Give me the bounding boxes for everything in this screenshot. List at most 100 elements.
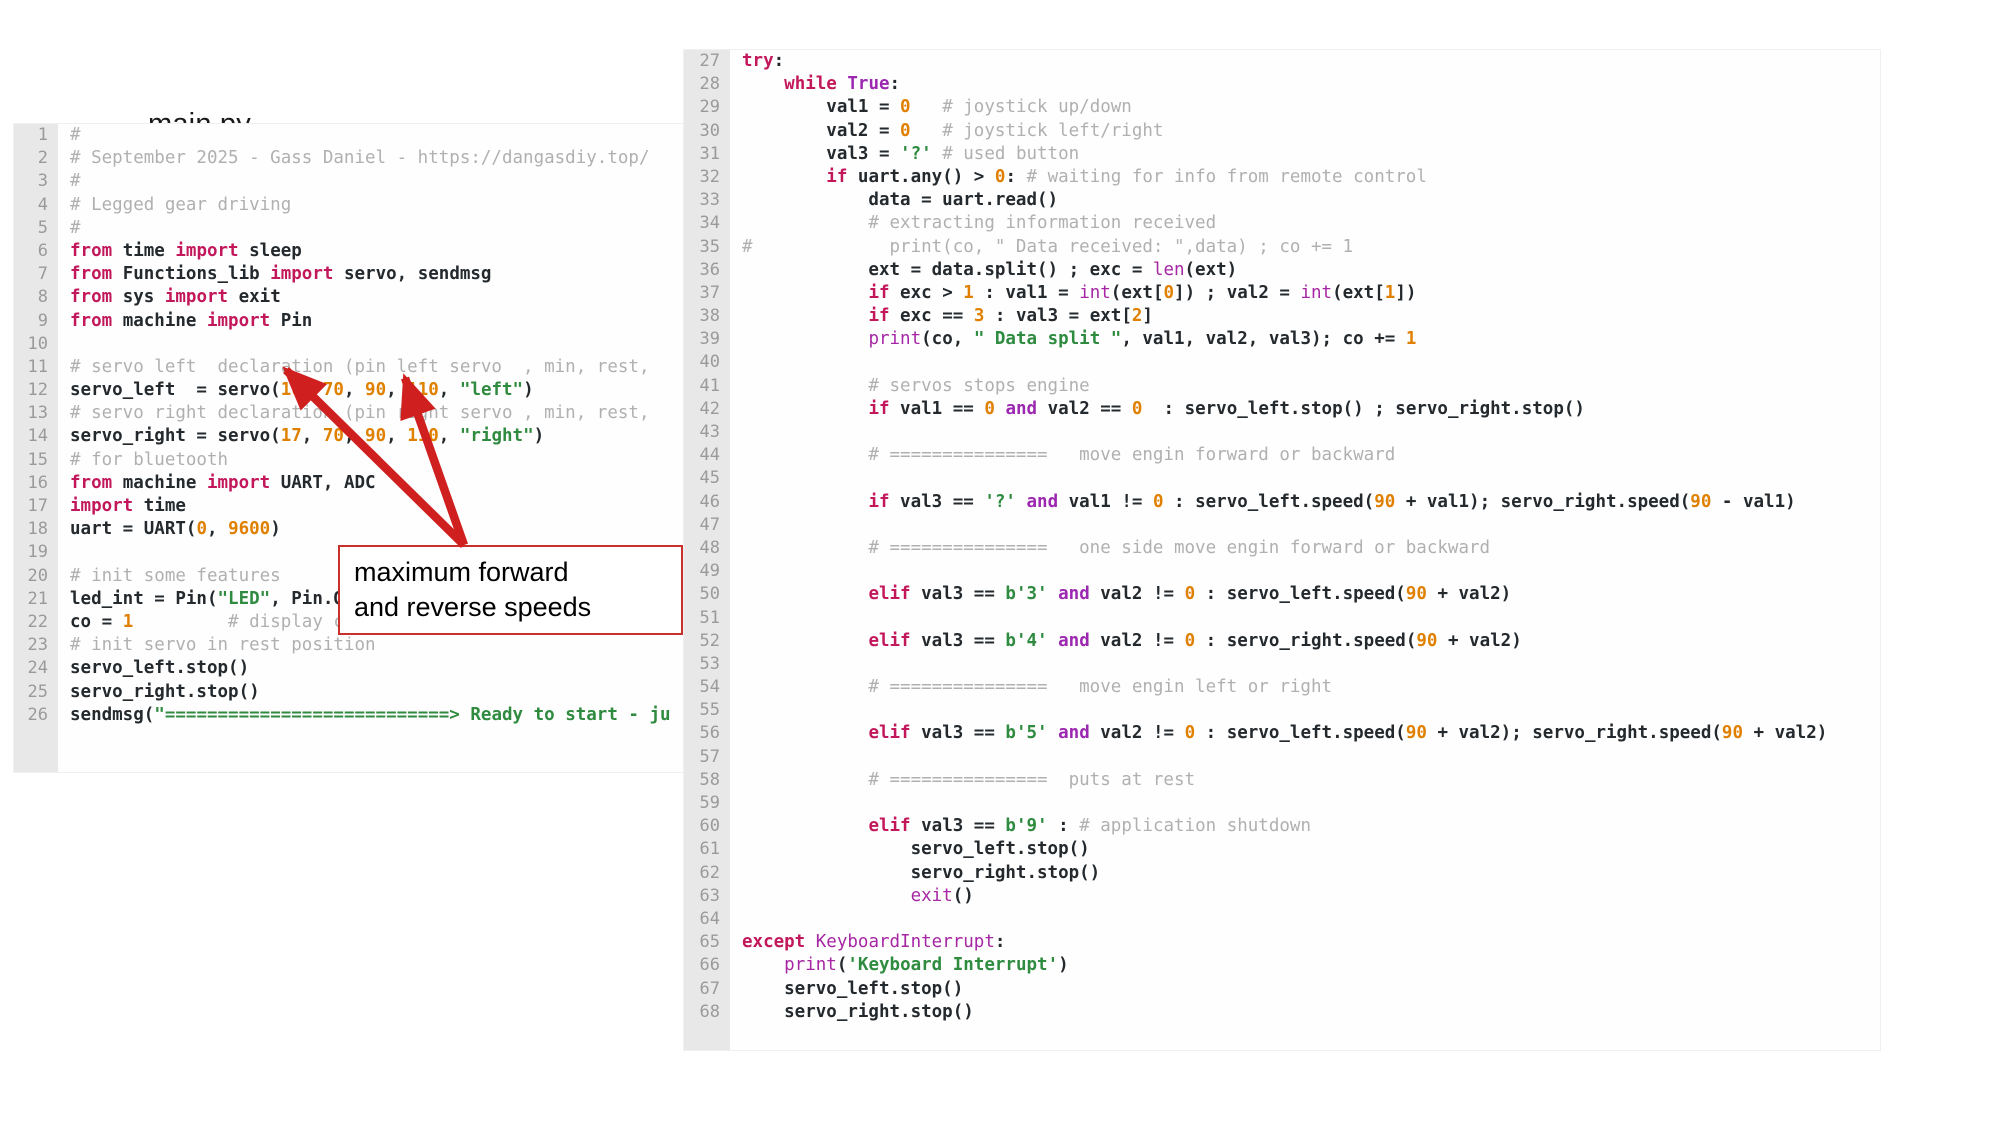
line-number: 51 — [699, 607, 720, 628]
code-line[interactable]: # =============== move engin forward or … — [730, 444, 1880, 467]
code-line[interactable]: import time — [58, 495, 686, 518]
code-line[interactable]: servo_right = servo(17, 70, 90, 110, "ri… — [58, 425, 686, 448]
line-number: 32 — [699, 166, 720, 187]
code-content-left[interactable]: # # September 2025 - Gass Daniel - https:… — [58, 124, 686, 772]
code-panel-left[interactable]: 1 2 3 4 5 6 7 8 9 10 11 12 13 14 15 16 17 18 19 20 21 22 23 24 2… — [14, 124, 686, 772]
code-line[interactable] — [730, 792, 1880, 815]
code-line[interactable]: # — [58, 170, 686, 193]
code-line[interactable]: if val1 == 0 and val2 == 0 : servo_left.… — [730, 398, 1880, 421]
code-token: b'3' — [1005, 584, 1048, 605]
code-line[interactable]: # servos stops engine — [730, 375, 1880, 398]
code-token: exc == — [889, 306, 974, 327]
code-line[interactable]: servo_left.stop() — [730, 838, 1880, 861]
code-line[interactable]: # — [58, 217, 686, 240]
code-line[interactable]: # init servo in rest position — [58, 634, 686, 657]
code-token: 90 — [1690, 491, 1712, 512]
code-token: import — [175, 240, 239, 261]
code-line[interactable]: except KeyboardInterrupt: — [730, 931, 1880, 954]
code-line[interactable]: exit() — [730, 885, 1880, 908]
code-line[interactable] — [58, 333, 686, 356]
code-line[interactable]: from Functions_lib import servo, sendmsg — [58, 263, 686, 286]
line-number: 61 — [699, 839, 720, 860]
code-line[interactable]: if exc == 3 : val3 = ext[2] — [730, 305, 1880, 328]
code-token: , — [343, 426, 366, 447]
line-number: 9 — [37, 310, 48, 331]
code-line[interactable]: print('Keyboard Interrupt') — [730, 954, 1880, 977]
code-token: 90 — [1405, 584, 1427, 605]
code-line[interactable]: servo_right.stop() — [730, 862, 1880, 885]
code-line[interactable]: servo_right.stop() — [730, 1001, 1880, 1024]
code-line[interactable]: from sys import exit — [58, 286, 686, 309]
code-line[interactable]: elif val3 == b'3' and val2 != 0 : servo_… — [730, 583, 1880, 606]
code-line[interactable]: elif val3 == b'9' : # application shutdo… — [730, 815, 1880, 838]
code-line[interactable]: servo_left = servo(16, 70, 90, 110, "lef… — [58, 379, 686, 402]
code-token: except — [742, 932, 806, 953]
code-line[interactable]: ext = data.split() ; exc = len(ext) — [730, 259, 1880, 282]
code-line[interactable]: if exc > 1 : val1 = int(ext[0]) ; val2 =… — [730, 282, 1880, 305]
code-line[interactable] — [730, 514, 1880, 537]
code-token: elif — [868, 816, 911, 837]
code-token: 70 — [322, 426, 344, 447]
code-line[interactable]: servo_left.stop() — [730, 978, 1880, 1001]
code-line[interactable]: val3 = '?' # used button — [730, 143, 1880, 166]
code-line[interactable]: val2 = 0 # joystick left/right — [730, 120, 1880, 143]
code-line[interactable]: servo_right.stop() — [58, 681, 686, 704]
code-token: # for bluetooth — [70, 449, 229, 470]
line-number: 44 — [699, 445, 720, 466]
code-line[interactable] — [730, 699, 1880, 722]
code-line[interactable]: print(co, " Data split ", val1, val2, va… — [730, 328, 1880, 351]
code-line[interactable]: # =============== one side move engin fo… — [730, 537, 1880, 560]
code-panel-right[interactable]: 27 28 29 30 31 32 33 34 35 36 37 38 39 40 41 42 43 44 45 46… — [684, 50, 1880, 1050]
code-line[interactable]: # for bluetooth — [58, 449, 686, 472]
code-line[interactable]: # =============== move engin left or rig… — [730, 676, 1880, 699]
line-number: 53 — [699, 653, 720, 674]
code-content-right[interactable]: try: while True: val1 = 0 # joystick up/… — [730, 50, 1880, 1050]
code-line[interactable]: uart = UART(0, 9600) — [58, 518, 686, 541]
code-line[interactable]: # servo left declaration (pin left servo… — [58, 356, 686, 379]
code-line[interactable] — [730, 908, 1880, 931]
code-line[interactable]: # servo right declaration (pin right ser… — [58, 402, 686, 425]
line-number: 37 — [699, 282, 720, 303]
code-line[interactable] — [730, 653, 1880, 676]
code-line[interactable]: # — [58, 124, 686, 147]
code-line[interactable]: val1 = 0 # joystick up/down — [730, 96, 1880, 119]
code-line[interactable]: from time import sleep — [58, 240, 686, 263]
code-line[interactable]: sendmsg("===========================> Re… — [58, 704, 686, 727]
code-line[interactable]: # September 2025 - Gass Daniel - https:/… — [58, 147, 686, 170]
code-token: int — [1300, 282, 1333, 303]
code-token: Functions_lib — [112, 264, 271, 285]
code-line[interactable]: while True: — [730, 73, 1880, 96]
code-line[interactable] — [730, 467, 1880, 490]
code-token: 0 — [900, 120, 911, 141]
code-line[interactable]: from machine import Pin — [58, 310, 686, 333]
code-line[interactable] — [730, 560, 1880, 583]
code-line[interactable]: if val3 == '?' and val1 != 0 : servo_lef… — [730, 491, 1880, 514]
code-token: # — [70, 171, 81, 192]
code-line[interactable] — [730, 746, 1880, 769]
code-line[interactable]: elif val3 == b'5' and val2 != 0 : servo_… — [730, 722, 1880, 745]
code-token: elif — [868, 630, 911, 651]
code-line[interactable]: try: — [730, 50, 1880, 73]
code-line[interactable]: servo_left.stop() — [58, 657, 686, 680]
code-token: b'9' — [1005, 816, 1048, 837]
code-token: import — [70, 496, 134, 516]
code-line[interactable] — [730, 351, 1880, 374]
code-token: val2 != — [1089, 630, 1185, 651]
code-line[interactable]: elif val3 == b'4' and val2 != 0 : servo_… — [730, 630, 1880, 653]
code-line[interactable] — [730, 607, 1880, 630]
code-line[interactable]: data = uart.read() — [730, 189, 1880, 212]
code-token: : — [1005, 166, 1016, 187]
code-line[interactable]: from machine import UART, ADC — [58, 472, 686, 495]
code-token: 3 — [973, 306, 985, 327]
code-line[interactable]: # Legged gear driving — [58, 194, 686, 217]
code-line[interactable]: # print(co, " Data received: ",data) ; c… — [730, 236, 1880, 259]
code-line[interactable] — [730, 421, 1880, 444]
code-line[interactable]: # =============== puts at rest — [730, 769, 1880, 792]
code-token: uart.any() > — [847, 166, 995, 187]
code-token: int — [1079, 282, 1111, 303]
code-line[interactable]: if uart.any() > 0: # waiting for info fr… — [730, 166, 1880, 189]
code-line[interactable]: # extracting information received — [730, 212, 1880, 235]
code-token: + val2) — [1437, 630, 1522, 651]
code-token: uart = UART( — [70, 519, 197, 540]
line-number: 5 — [37, 217, 48, 238]
